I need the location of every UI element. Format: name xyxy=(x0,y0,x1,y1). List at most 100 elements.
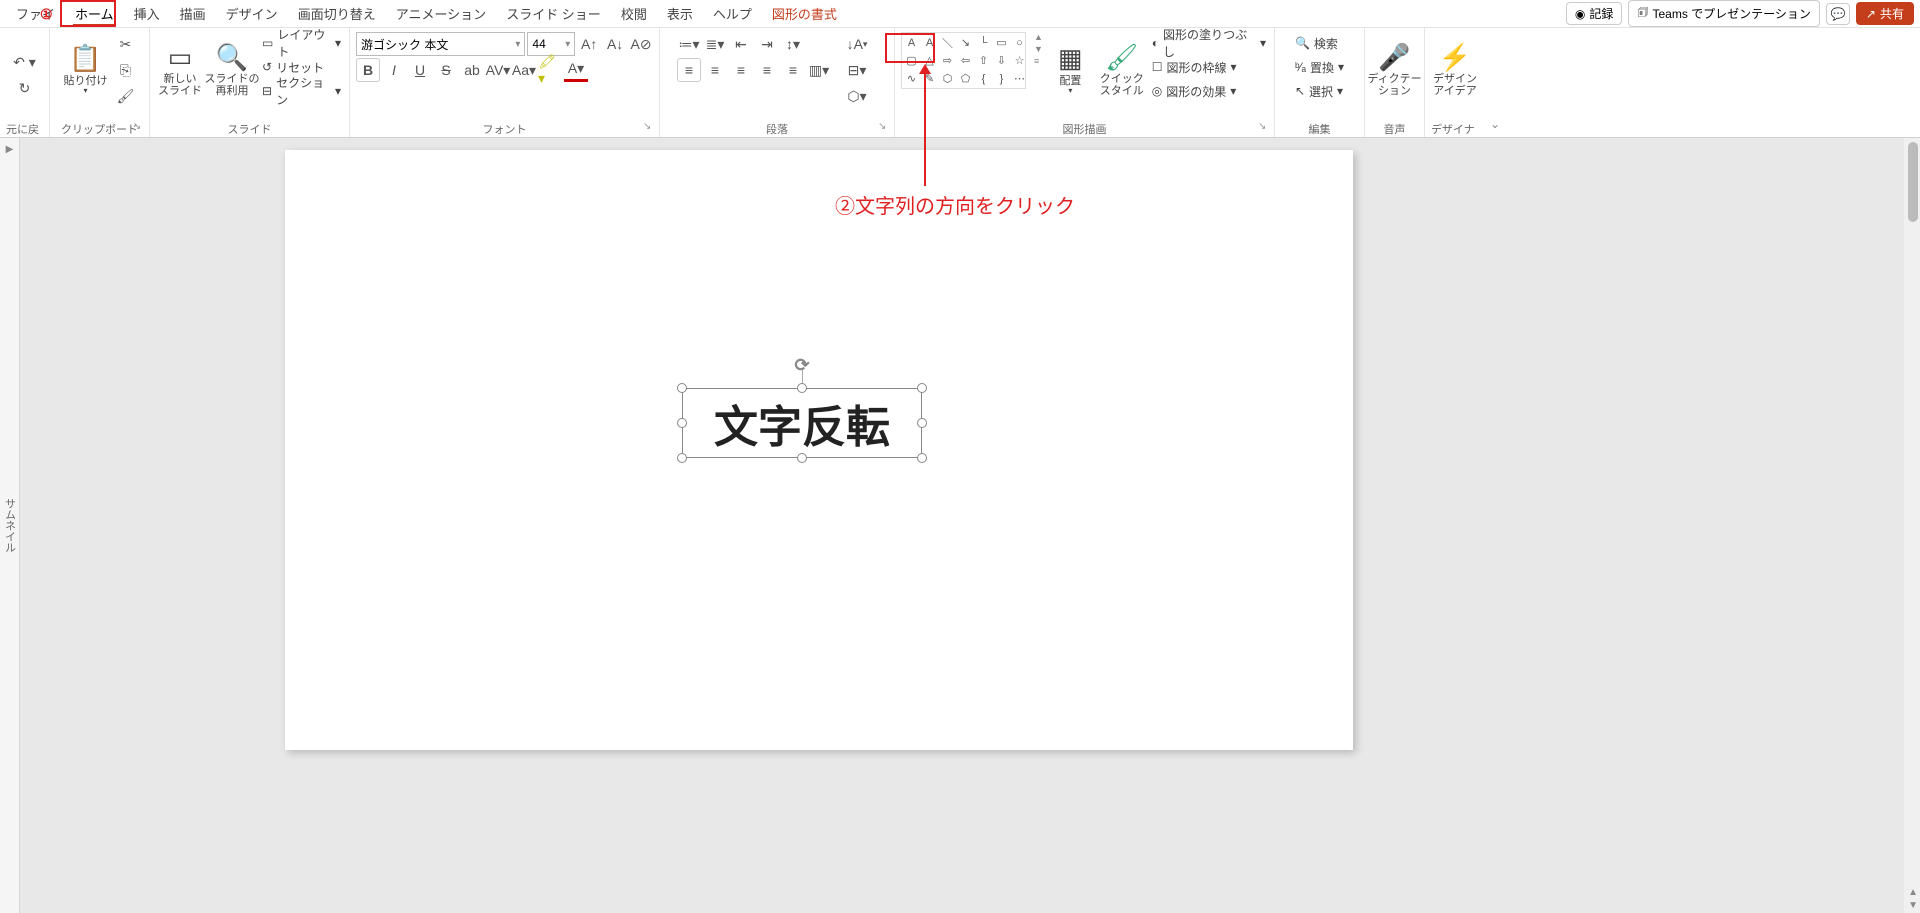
shape-more[interactable]: ⋯ xyxy=(1011,70,1028,87)
shape-hexagon[interactable]: ⬡ xyxy=(939,70,956,87)
tab-view[interactable]: 表示 xyxy=(657,0,703,27)
strikethrough-button[interactable]: S xyxy=(434,58,458,82)
slide-canvas-area[interactable]: ⟳ 文字反転 ▲ ▼ xyxy=(20,138,1920,913)
gallery-more[interactable]: ≡ xyxy=(1034,56,1043,66)
copy-button[interactable]: ⎘ xyxy=(114,58,138,82)
rotate-handle[interactable]: ⟳ xyxy=(794,355,809,376)
shape-outline-button[interactable]: ☐ 図形の枠線 ▾ xyxy=(1150,56,1268,78)
undo-button[interactable]: ↶ ▾ xyxy=(13,51,37,75)
selected-textbox[interactable]: ⟳ 文字反転 xyxy=(682,388,922,458)
text-direction-button[interactable]: ↓A ▾ xyxy=(837,32,877,56)
select-button[interactable]: ↖ 選択 ▾ xyxy=(1293,80,1345,102)
design-ideas-button[interactable]: ⚡ デザイン アイデア xyxy=(1431,32,1479,108)
shape-textbox-h[interactable]: A xyxy=(903,34,920,51)
char-spacing-button[interactable]: AV▾ xyxy=(486,58,510,82)
shape-line[interactable]: ＼ xyxy=(939,34,956,51)
paragraph-launcher[interactable]: ↘ xyxy=(878,121,890,133)
handle-se[interactable] xyxy=(917,453,927,463)
shape-rect[interactable]: ▭ xyxy=(993,34,1010,51)
gallery-up[interactable]: ▲ xyxy=(1034,32,1043,42)
tab-insert[interactable]: 挿入 xyxy=(124,0,170,27)
tab-design[interactable]: デザイン xyxy=(216,0,288,27)
record-button[interactable]: ◉ 記録 xyxy=(1566,2,1623,25)
clear-formatting-button[interactable]: A⊘ xyxy=(629,32,653,56)
decrease-font-button[interactable]: A↓ xyxy=(603,32,627,56)
shape-arrow-u[interactable]: ⇧ xyxy=(975,52,992,69)
align-right-button[interactable]: ≡ xyxy=(729,58,753,82)
find-button[interactable]: 🔍 検索 xyxy=(1293,32,1340,54)
change-case-button[interactable]: Aa▾ xyxy=(512,58,536,82)
smartart-button[interactable]: ⬡▾ xyxy=(837,84,877,108)
underline-button[interactable]: U xyxy=(408,58,432,82)
shape-arrow-line[interactable]: ↘ xyxy=(957,34,974,51)
shape-curve[interactable]: ∿ xyxy=(903,70,920,87)
quick-styles-button[interactable]: 🖌 クイック スタイル xyxy=(1098,32,1146,108)
tab-file[interactable]: ファイ xyxy=(6,0,65,27)
drawing-launcher[interactable]: ↘ xyxy=(1258,121,1270,133)
decrease-indent-button[interactable]: ⇤ xyxy=(729,32,753,56)
font-color-button[interactable]: A▾ xyxy=(564,58,588,82)
handle-e[interactable] xyxy=(917,418,927,428)
tab-slideshow[interactable]: スライド ショー xyxy=(496,0,611,27)
prev-slide-button[interactable]: ▲ xyxy=(1908,887,1918,898)
vertical-scroll-thumb[interactable] xyxy=(1908,142,1918,222)
slide[interactable]: ⟳ 文字反転 xyxy=(285,150,1353,750)
tab-animations[interactable]: アニメーション xyxy=(386,0,496,27)
handle-s[interactable] xyxy=(797,453,807,463)
highlight-color-button[interactable]: 🖍▾ xyxy=(538,58,562,82)
shape-roundrect[interactable]: ▢ xyxy=(903,52,920,69)
handle-nw[interactable] xyxy=(677,383,687,393)
tab-transitions[interactable]: 画面切り替え xyxy=(288,0,386,27)
ribbon-collapse-button[interactable]: ⌄ xyxy=(1485,28,1505,137)
align-center-button[interactable]: ≡ xyxy=(703,58,727,82)
tab-home[interactable]: ホーム xyxy=(65,0,124,27)
shape-brace[interactable]: { xyxy=(975,70,992,87)
font-launcher[interactable]: ↘ xyxy=(643,121,655,133)
dictation-button[interactable]: 🎤 ディクテー ション xyxy=(1371,32,1419,108)
redo-button[interactable]: ↻ xyxy=(13,77,37,101)
comments-button[interactable]: 💬 xyxy=(1826,3,1850,25)
tab-shape-format[interactable]: 図形の書式 xyxy=(762,0,847,27)
arrange-button[interactable]: ▦ 配置 ▾ xyxy=(1047,32,1094,108)
cut-button[interactable]: ✂ xyxy=(114,32,138,56)
shape-star[interactable]: ☆ xyxy=(1011,52,1028,69)
bullets-button[interactable]: ≔▾ xyxy=(677,32,701,56)
reuse-slide-button[interactable]: 🔍 スライドの 再利用 xyxy=(208,32,256,108)
handle-sw[interactable] xyxy=(677,453,687,463)
shape-textbox-v[interactable]: A xyxy=(921,34,938,51)
shape-gallery[interactable]: A A ＼ ↘ └ ▭ ○ ▢ △ ⇨ ⇦ ⇧ ⇩ ☆ ∿ ✎ ⬡ ⬠ { } xyxy=(901,32,1026,89)
paste-button[interactable]: 📋 貼り付け ▾ xyxy=(62,32,110,108)
tab-help[interactable]: ヘルプ xyxy=(703,0,762,27)
share-button[interactable]: ↗ 共有 xyxy=(1856,2,1914,25)
distribute-button[interactable]: ≡ xyxy=(781,58,805,82)
increase-indent-button[interactable]: ⇥ xyxy=(755,32,779,56)
clipboard-launcher[interactable]: ↘ xyxy=(133,121,145,133)
replace-button[interactable]: ᵇ⁄ₐ 置換 ▾ xyxy=(1293,56,1346,78)
shape-arrow-l[interactable]: ⇦ xyxy=(957,52,974,69)
numbering-button[interactable]: ≣▾ xyxy=(703,32,727,56)
new-slide-button[interactable]: ▭ 新しい スライド xyxy=(156,32,204,108)
columns-button[interactable]: ▥▾ xyxy=(807,58,831,82)
gallery-down[interactable]: ▼ xyxy=(1034,44,1043,54)
format-painter-button[interactable]: 🖌 xyxy=(114,84,138,108)
shape-connector[interactable]: └ xyxy=(975,34,992,51)
handle-ne[interactable] xyxy=(917,383,927,393)
shape-arrow-r[interactable]: ⇨ xyxy=(939,52,956,69)
vertical-scrollbar[interactable]: ▲ ▼ xyxy=(1904,138,1920,913)
handle-n[interactable] xyxy=(797,383,807,393)
thumbnail-panel[interactable]: ▶ サムネイル xyxy=(0,138,20,913)
tab-draw[interactable]: 描画 xyxy=(170,0,216,27)
shape-fill-button[interactable]: ◐ 図形の塗りつぶし ▾ xyxy=(1150,32,1268,54)
align-text-button[interactable]: ⊟▾ xyxy=(837,58,877,82)
justify-button[interactable]: ≡ xyxy=(755,58,779,82)
layout-button[interactable]: ▭ レイアウト ▾ xyxy=(260,32,343,54)
shape-pentagon[interactable]: ⬠ xyxy=(957,70,974,87)
bold-button[interactable]: B xyxy=(356,58,380,82)
shape-oval[interactable]: ○ xyxy=(1011,34,1028,51)
font-name-combo[interactable]: 游ゴシック 本文 ▾ xyxy=(356,32,525,56)
thumbnail-expand-icon[interactable]: ▶ xyxy=(6,144,14,155)
next-slide-button[interactable]: ▼ xyxy=(1908,900,1918,911)
tab-review[interactable]: 校閲 xyxy=(611,0,657,27)
shape-brace2[interactable]: } xyxy=(993,70,1010,87)
italic-button[interactable]: I xyxy=(382,58,406,82)
